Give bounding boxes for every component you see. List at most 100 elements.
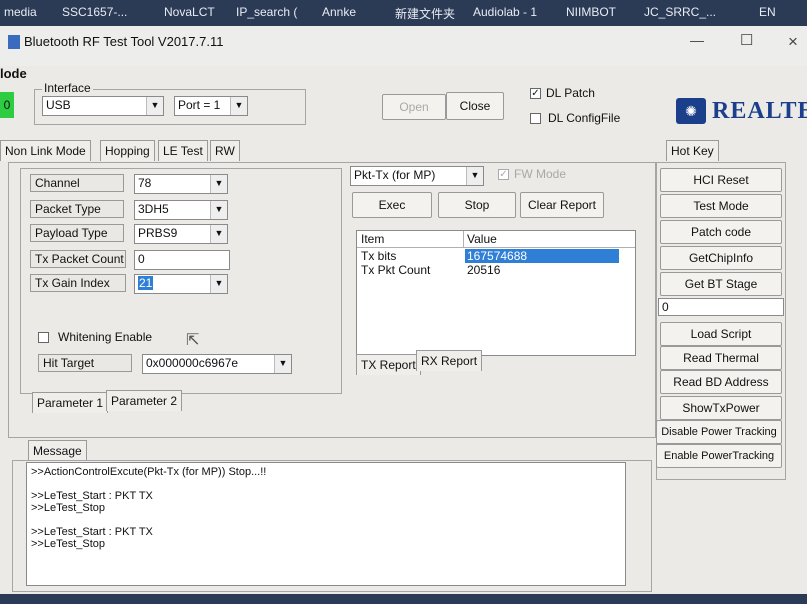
payload-type-label: Payload Type (30, 224, 124, 242)
tab-hopping[interactable]: Hopping (100, 140, 155, 161)
disable-power-tracking-button[interactable]: Disable Power Tracking (656, 420, 782, 444)
taskbar-item[interactable]: NovaLCT (164, 5, 215, 19)
interface-type-select[interactable]: USB ▼ (42, 96, 164, 116)
taskbar-item[interactable]: Annke (322, 5, 356, 19)
tab-parameter-1[interactable]: Parameter 1 (32, 392, 109, 413)
bottom-taskbar (0, 594, 807, 604)
table-cell-item: Tx bits (361, 249, 397, 263)
tx-gain-index-value: 21 (138, 276, 154, 290)
mouse-cursor-icon: ⇱ (186, 332, 200, 349)
table-cell-item: Tx Pkt Count (361, 263, 431, 277)
tab-message[interactable]: Message (28, 440, 87, 461)
taskbar-item[interactable]: 新建文件夹 (395, 5, 455, 22)
mode-menu[interactable]: lode (0, 66, 27, 81)
column-header-item: Item (361, 232, 385, 246)
log-line: >>LeTest_Stop (31, 538, 106, 550)
hci-reset-button[interactable]: HCI Reset (660, 168, 782, 192)
dl-patch-checkbox[interactable]: ✓ (530, 88, 541, 99)
get-chip-info-button[interactable]: GetChipInfo (660, 246, 782, 270)
table-cell-value: 20516 (467, 263, 501, 277)
taskbar-item[interactable]: Audiolab - 1 (473, 5, 537, 19)
taskbar-item[interactable]: SSC1657-... (62, 5, 127, 19)
taskbar-language[interactable]: EN (759, 5, 776, 19)
close-window-button[interactable]: × (788, 32, 798, 52)
table-row[interactable]: Tx bits 167574688 (357, 249, 635, 263)
minimize-button[interactable]: — (690, 32, 704, 48)
interface-group-label: Interface (42, 81, 93, 95)
payload-type-select[interactable]: PRBS9 ▼ (134, 224, 228, 244)
interface-type-value: USB (46, 98, 71, 112)
realtek-crab-icon: ✺ (676, 98, 706, 124)
taskbar-item[interactable]: NIIMBOT (566, 5, 616, 19)
column-header-value: Value (467, 232, 497, 246)
whitening-checkbox[interactable] (38, 332, 49, 343)
bt-stage-output[interactable]: 0 (658, 298, 784, 316)
fw-mode-checkbox[interactable]: ✓ (498, 169, 509, 180)
tab-parameter-2[interactable]: Parameter 2 (106, 390, 183, 411)
message-log[interactable]: >>ActionControlExcute(Pkt-Tx (for MP)) S… (26, 462, 626, 586)
chevron-down-icon: ▼ (146, 97, 163, 115)
port-select[interactable]: Port = 1 ▼ (174, 96, 248, 116)
app-window: Bluetooth RF Test Tool V2017.7.11 lode —… (0, 26, 807, 594)
dl-config-label: DL ConfigFile (548, 111, 621, 125)
tab-hot-key[interactable]: Hot Key (666, 140, 719, 161)
packet-type-select[interactable]: 3DH5 ▼ (134, 200, 228, 220)
chevron-down-icon: ▼ (210, 275, 227, 293)
packet-type-label: Packet Type (30, 200, 124, 218)
table-row[interactable]: Tx Pkt Count 20516 (357, 263, 635, 277)
tx-gain-index-select[interactable]: 21 ▼ (134, 274, 228, 294)
read-thermal-button[interactable]: Read Thermal (660, 346, 782, 370)
stop-button[interactable]: Stop (438, 192, 516, 218)
channel-label: Channel (30, 174, 124, 192)
maximize-button[interactable]: ☐ (740, 31, 753, 49)
tx-packet-count-input[interactable]: 0 (134, 250, 230, 270)
chevron-down-icon: ▼ (466, 167, 483, 185)
hit-target-select[interactable]: 0x000000c6967e ▼ (142, 354, 292, 374)
open-button[interactable]: Open (382, 94, 446, 120)
log-line: >>LeTest_Stop (31, 502, 106, 514)
clear-report-button[interactable]: Clear Report (520, 192, 604, 218)
channel-select[interactable]: 78 ▼ (134, 174, 228, 194)
chevron-down-icon: ▼ (210, 201, 227, 219)
window-title: Bluetooth RF Test Tool V2017.7.11 (24, 34, 224, 49)
log-line: >>LeTest_Start : PKT TX (31, 526, 153, 538)
dl-patch-label: DL Patch (546, 86, 595, 100)
chevron-down-icon: ▼ (230, 97, 247, 115)
hit-target-value: 0x000000c6967e (146, 356, 239, 370)
chevron-down-icon: ▼ (274, 355, 291, 373)
test-mode-button[interactable]: Test Mode (660, 194, 782, 218)
channel-value: 78 (138, 176, 152, 190)
tab-tx-report[interactable]: TX Report (356, 354, 421, 375)
tab-le-test[interactable]: LE Test (158, 140, 208, 161)
enable-power-tracking-button[interactable]: Enable PowerTracking (656, 444, 782, 468)
test-mode-select[interactable]: Pkt-Tx (for MP) ▼ (350, 166, 484, 186)
taskbar-item[interactable]: JC_SRRC_... (644, 5, 716, 19)
show-tx-power-button[interactable]: ShowTxPower (660, 396, 782, 420)
tab-rx-report[interactable]: RX Report (416, 350, 483, 371)
patch-code-button[interactable]: Patch code (660, 220, 782, 244)
taskbar-item[interactable]: media (4, 5, 37, 19)
tab-rw[interactable]: RW (210, 140, 240, 161)
exec-button[interactable]: Exec (352, 192, 432, 218)
port-value: Port = 1 (178, 98, 221, 112)
connection-led: 0 (0, 92, 14, 118)
dl-config-checkbox[interactable] (530, 113, 541, 124)
log-line: >>ActionControlExcute(Pkt-Tx (for MP)) S… (31, 466, 267, 478)
close-button[interactable]: Close (446, 92, 504, 120)
load-script-button[interactable]: Load Script (660, 322, 782, 346)
table-cell-value: 167574688 (467, 249, 528, 263)
table-header: Item Value (357, 231, 635, 248)
title-bar: Bluetooth RF Test Tool V2017.7.11 lode —… (0, 26, 807, 81)
tx-packet-count-label: Tx Packet Count (30, 250, 126, 268)
taskbar-item[interactable]: IP_search ( (236, 5, 297, 19)
get-bt-stage-button[interactable]: Get BT Stage (660, 272, 782, 296)
tab-non-link-mode[interactable]: Non Link Mode (0, 140, 91, 161)
report-table[interactable]: Item Value Tx bits 167574688 Tx Pkt Coun… (356, 230, 636, 356)
column-divider (463, 231, 464, 248)
tx-gain-index-label: Tx Gain Index (30, 274, 126, 292)
packet-type-value: 3DH5 (138, 202, 169, 216)
read-bd-address-button[interactable]: Read BD Address (660, 370, 782, 394)
test-mode-value: Pkt-Tx (for MP) (354, 168, 436, 182)
payload-type-value: PRBS9 (138, 226, 178, 240)
